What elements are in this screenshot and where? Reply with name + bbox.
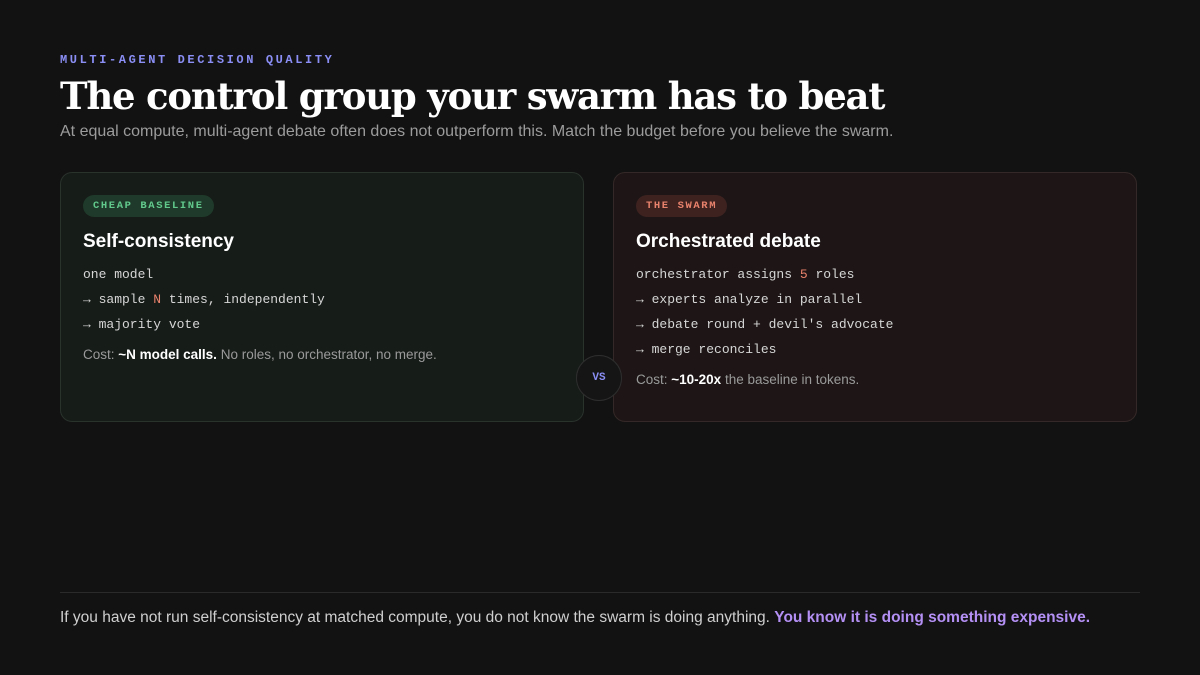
swarm-cost: Cost: ~10-20x the baseline in tokens. bbox=[636, 372, 1114, 387]
swarm-step-3: → debate round + devil's advocate bbox=[636, 317, 894, 332]
baseline-step-2: → sample N times, independently bbox=[83, 287, 561, 312]
baseline-step-2-post: times, independently bbox=[161, 292, 325, 307]
baseline-card: CHEAP BASELINE Self-consistency one mode… bbox=[60, 172, 584, 422]
swarm-cost-label: Cost: bbox=[636, 372, 672, 387]
footer-highlight: You know it is doing something expensive… bbox=[774, 609, 1091, 626]
vs-badge: VS bbox=[576, 355, 622, 401]
swarm-step-1-pre: orchestrator assigns bbox=[636, 267, 800, 282]
swarm-step-2: → experts analyze in parallel bbox=[636, 292, 863, 307]
swarm-cost-note: the baseline in tokens. bbox=[721, 372, 860, 387]
page-subtitle: At equal compute, multi-agent debate oft… bbox=[60, 123, 894, 140]
baseline-step-2-pre: → sample bbox=[83, 292, 154, 307]
swarm-card: THE SWARM Orchestrated debate orchestrat… bbox=[613, 172, 1137, 422]
baseline-title: Self-consistency bbox=[83, 231, 234, 252]
page-title: The control group your swarm has to beat bbox=[60, 74, 885, 118]
footer-text: If you have not run self-consistency at … bbox=[60, 609, 775, 626]
baseline-cost-label: Cost: bbox=[83, 347, 119, 362]
baseline-cost-note: No roles, no orchestrator, no merge. bbox=[216, 347, 437, 362]
swarm-cost-value: ~10-20x bbox=[671, 372, 722, 387]
swarm-step-1-accent: 5 bbox=[799, 267, 808, 282]
baseline-cost: Cost: ~N model calls. No roles, no orche… bbox=[83, 347, 561, 362]
baseline-cost-value: ~N model calls. bbox=[118, 347, 217, 362]
swarm-step-1-post: roles bbox=[807, 267, 855, 282]
baseline-badge: CHEAP BASELINE bbox=[83, 195, 214, 217]
swarm-steps: orchestrator assigns 5 roles → experts a… bbox=[636, 262, 1114, 362]
footer-divider bbox=[60, 592, 1140, 593]
baseline-step-2-accent: N bbox=[153, 292, 162, 307]
baseline-step-3: → majority vote bbox=[83, 317, 201, 332]
baseline-steps: one model → sample N times, independentl… bbox=[83, 262, 561, 337]
eyebrow-label: MULTI-AGENT DECISION QUALITY bbox=[60, 53, 335, 67]
baseline-step-1: one model bbox=[83, 267, 154, 282]
swarm-step-4: → merge reconciles bbox=[636, 342, 777, 357]
swarm-step-1: orchestrator assigns 5 roles bbox=[636, 262, 1114, 287]
swarm-title: Orchestrated debate bbox=[636, 231, 821, 252]
footer-note: If you have not run self-consistency at … bbox=[60, 609, 1090, 627]
swarm-badge: THE SWARM bbox=[636, 195, 728, 217]
